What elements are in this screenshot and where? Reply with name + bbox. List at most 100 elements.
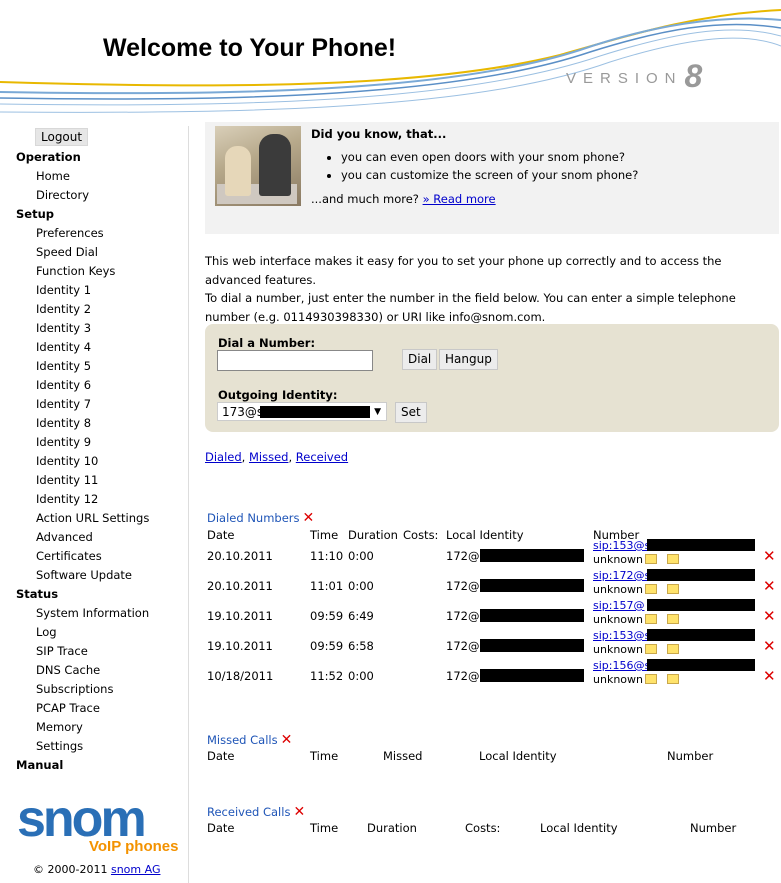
dial-number-input[interactable]	[217, 350, 373, 371]
nav-section-status[interactable]: Status	[16, 585, 149, 604]
dialed-header-cell: Date	[207, 528, 235, 542]
sidebar-item-identity-2[interactable]: Identity 2	[16, 300, 149, 319]
outgoing-identity-value: 173@s	[222, 405, 264, 419]
sidebar-item-certificates[interactable]: Certificates	[16, 547, 149, 566]
edit-icon[interactable]	[645, 644, 657, 654]
add-contact-icon[interactable]	[667, 644, 679, 654]
read-more-link[interactable]: » Read more	[423, 192, 496, 206]
row-date: 20.10.2011	[207, 549, 273, 563]
row-number-link[interactable]: sip:156@s	[593, 659, 650, 672]
dialed-link[interactable]: Dialed	[205, 450, 242, 464]
row-duration: 0:00	[348, 669, 374, 683]
clear-dialed-icon[interactable]: ✕	[303, 510, 315, 526]
did-you-know-item: you can even open doors with your snom p…	[341, 148, 638, 166]
row-date: 10/18/2011	[207, 669, 274, 683]
edit-icon[interactable]	[645, 584, 657, 594]
clear-received-icon[interactable]: ✕	[293, 804, 305, 820]
missed-link[interactable]: Missed	[249, 450, 288, 464]
sidebar-item-advanced[interactable]: Advanced	[16, 528, 149, 547]
sidebar-item-identity-7[interactable]: Identity 7	[16, 395, 149, 414]
row-time: 09:59	[310, 639, 344, 653]
row-time: 11:10	[310, 549, 344, 563]
sidebar-item-identity-10[interactable]: Identity 10	[16, 452, 149, 471]
sidebar-item-identity-6[interactable]: Identity 6	[16, 376, 149, 395]
delete-icon[interactable]: ✕	[763, 577, 776, 595]
sidebar-item-speed-dial[interactable]: Speed Dial	[16, 243, 149, 262]
sidebar-item-settings[interactable]: Settings	[16, 737, 149, 756]
sidebar-item-pcap-trace[interactable]: PCAP Trace	[16, 699, 149, 718]
intro-line-2: To dial a number, just enter the number …	[205, 291, 736, 324]
row-date: 19.10.2011	[207, 609, 273, 623]
dialed-header-cell: Local Identity	[446, 528, 524, 542]
snom-logo: snom VoIP phones	[17, 790, 187, 856]
sidebar-item-identity-12[interactable]: Identity 12	[16, 490, 149, 509]
row-name: unknown	[593, 553, 643, 566]
hangup-button[interactable]: Hangup	[439, 349, 498, 370]
sidebar-item-identity-9[interactable]: Identity 9	[16, 433, 149, 452]
sidebar-item-system-information[interactable]: System Information	[16, 604, 149, 623]
received-header-cell: Local Identity	[540, 821, 618, 835]
sidebar-item-identity-11[interactable]: Identity 11	[16, 471, 149, 490]
missed-calls-title: Missed Calls ✕	[207, 732, 292, 748]
sidebar-item-action-url-settings[interactable]: Action URL Settings	[16, 509, 149, 528]
delete-icon[interactable]: ✕	[763, 667, 776, 685]
delete-icon[interactable]: ✕	[763, 547, 776, 565]
add-contact-icon[interactable]	[667, 674, 679, 684]
received-header-cell: Costs:	[465, 821, 501, 835]
dial-label: Dial a Number:	[218, 336, 316, 350]
snom-ag-link[interactable]: snom AG	[111, 863, 161, 876]
received-link[interactable]: Received	[296, 450, 348, 464]
delete-icon[interactable]: ✕	[763, 607, 776, 625]
sidebar-item-function-keys[interactable]: Function Keys	[16, 262, 149, 281]
row-time: 09:59	[310, 609, 344, 623]
sidebar-item-identity-4[interactable]: Identity 4	[16, 338, 149, 357]
redacted-block	[647, 599, 755, 611]
set-button[interactable]: Set	[395, 402, 427, 423]
copyright: © 2000-2011 snom AG	[33, 863, 160, 876]
received-header-cell: Date	[207, 821, 235, 835]
header: Welcome to Your Phone! VERSION8	[0, 0, 781, 120]
received-header-cell: Duration	[367, 821, 417, 835]
add-contact-icon[interactable]	[667, 614, 679, 624]
missed-header-cell: Date	[207, 749, 235, 763]
sidebar-item-preferences[interactable]: Preferences	[16, 224, 149, 243]
edit-icon[interactable]	[645, 554, 657, 564]
row-number-link[interactable]: sip:157@	[593, 599, 644, 612]
sidebar-item-sip-trace[interactable]: SIP Trace	[16, 642, 149, 661]
sidebar-item-identity-5[interactable]: Identity 5	[16, 357, 149, 376]
edit-icon[interactable]	[645, 674, 657, 684]
row-number-link[interactable]: sip:153@s	[593, 539, 650, 552]
sidebar-item-software-update[interactable]: Software Update	[16, 566, 149, 585]
logo-text: snom	[17, 790, 147, 848]
sidebar-item-directory[interactable]: Directory	[16, 186, 149, 205]
received-header-cell: Time	[310, 821, 339, 835]
outgoing-identity-select[interactable]: 173@s ▼	[217, 402, 387, 421]
did-you-know-box: Did you know, that... you can even open …	[205, 122, 779, 234]
row-number-link[interactable]: sip:172@s	[593, 569, 650, 582]
add-contact-icon[interactable]	[667, 554, 679, 564]
sidebar-item-dns-cache[interactable]: DNS Cache	[16, 661, 149, 680]
add-contact-icon[interactable]	[667, 584, 679, 594]
sidebar-nav: Operation Home Directory Setup Preferences Sp…	[16, 148, 149, 775]
sidebar-item-identity-1[interactable]: Identity 1	[16, 281, 149, 300]
sidebar-item-log[interactable]: Log	[16, 623, 149, 642]
sidebar-item-identity-8[interactable]: Identity 8	[16, 414, 149, 433]
sidebar-item-memory[interactable]: Memory	[16, 718, 149, 737]
nav-section-setup[interactable]: Setup	[16, 205, 149, 224]
sidebar-item-home[interactable]: Home	[16, 167, 149, 186]
dial-panel: Dial a Number: Dial Hangup Outgoing Iden…	[205, 324, 779, 432]
row-name: unknown	[593, 613, 643, 626]
edit-icon[interactable]	[645, 614, 657, 624]
dropdown-arrow-icon: ▼	[374, 407, 381, 417]
dial-button[interactable]: Dial	[402, 349, 438, 370]
row-number-link[interactable]: sip:153@s	[593, 629, 650, 642]
delete-icon[interactable]: ✕	[763, 637, 776, 655]
nav-section-manual[interactable]: Manual	[16, 756, 149, 775]
did-you-know-item: you can customize the screen of your sno…	[341, 166, 638, 184]
redacted-block	[647, 659, 755, 671]
logout-button[interactable]: Logout	[35, 128, 89, 146]
sidebar-item-subscriptions[interactable]: Subscriptions	[16, 680, 149, 699]
nav-section-operation[interactable]: Operation	[16, 148, 149, 167]
sidebar-item-identity-3[interactable]: Identity 3	[16, 319, 149, 338]
clear-missed-icon[interactable]: ✕	[281, 732, 293, 748]
